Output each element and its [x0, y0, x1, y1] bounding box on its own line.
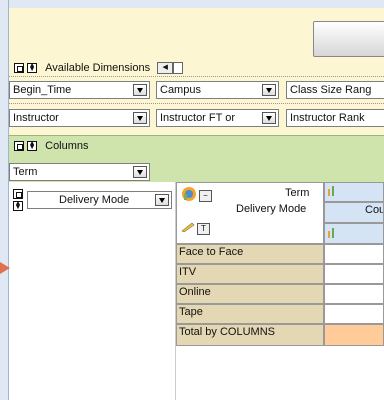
dimension-label: Instructor Rank — [290, 112, 365, 124]
dimension-begin-time[interactable]: Begin_Time — [9, 81, 150, 99]
panel-toggle-icon[interactable] — [14, 141, 24, 152]
reorder-icon[interactable]: ▲ ▼ — [13, 200, 23, 212]
col-header-course: Cour — [324, 202, 384, 223]
row-label: ITV — [179, 266, 197, 278]
total-cell — [324, 324, 384, 346]
data-cell — [324, 284, 384, 304]
col-value-label: Cour — [365, 204, 383, 216]
window-frame-left — [0, 0, 9, 400]
dimension-label: Instructor FT or — [160, 112, 235, 124]
column-dimension-term[interactable]: Term — [9, 163, 150, 181]
dimension-class-size-range[interactable]: Class Size Rang — [286, 81, 384, 99]
dimension-label: Term — [13, 166, 38, 178]
data-cell — [324, 264, 384, 284]
data-cell — [324, 244, 384, 264]
chevron-down-icon[interactable] — [133, 166, 147, 178]
columns-header: ▲ ▼ Columns — [14, 140, 89, 152]
dimension-campus[interactable]: Campus — [156, 81, 279, 99]
filter-icon[interactable]: T — [197, 223, 210, 235]
row-label: Online — [179, 286, 211, 298]
chevron-down-icon[interactable] — [155, 194, 169, 206]
row-dimension-label: Delivery Mode — [236, 203, 307, 215]
pencil-icon[interactable] — [181, 221, 195, 233]
scroll-right-icon[interactable] — [173, 62, 184, 75]
row-label: Face to Face — [179, 246, 244, 258]
chevron-down-icon[interactable] — [133, 84, 147, 96]
chevron-down-icon[interactable] — [133, 112, 147, 124]
row-header-online: Online — [176, 284, 324, 304]
reorder-icon[interactable]: ▲ ▼ — [27, 62, 38, 74]
toolbar-button[interactable] — [313, 21, 384, 57]
columns-label: Columns — [45, 140, 89, 153]
dimension-instructor-ft[interactable]: Instructor FT or — [156, 109, 279, 127]
dimension-label: Delivery Mode — [59, 194, 130, 206]
panel-toggle-icon[interactable] — [13, 189, 23, 200]
dimension-instructor[interactable]: Instructor — [9, 109, 150, 127]
arrow-indicator-icon — [0, 262, 10, 274]
available-dimensions-header: ▲ ▼ Available Dimensions ◀ — [14, 62, 184, 75]
row-header-total: Total by COLUMNS — [176, 324, 324, 346]
divider — [9, 103, 384, 104]
row-header-itv: ITV — [176, 264, 324, 284]
chevron-down-icon[interactable] — [262, 84, 276, 96]
dimension-label: Begin_Time — [13, 84, 72, 96]
chart-icon[interactable] — [181, 186, 197, 205]
reorder-icon[interactable]: ▲ ▼ — [27, 140, 38, 152]
row-header-tape: Tape — [176, 304, 324, 324]
chevron-down-icon[interactable] — [262, 112, 276, 124]
col-header-term-value — [324, 182, 384, 202]
col-dimension-label: Term — [285, 187, 310, 199]
dimension-label: Class Size Rang — [290, 84, 372, 96]
rows-panel — [9, 182, 176, 400]
row-header-face-to-face: Face to Face — [176, 244, 324, 264]
available-dimensions-label: Available Dimensions — [45, 62, 151, 75]
col-header-measure — [324, 223, 384, 244]
data-cell — [324, 304, 384, 324]
sort-icon[interactable] — [327, 186, 337, 196]
row-label: Total by COLUMNS — [179, 326, 275, 338]
row-dimension-delivery-mode[interactable]: Delivery Mode — [27, 191, 172, 209]
panel-toggle-icon[interactable] — [14, 63, 24, 74]
rows-panel-controls: ▲ ▼ — [13, 188, 23, 212]
dimension-label: Instructor — [13, 112, 59, 124]
dimension-label: Campus — [160, 84, 201, 96]
sort-icon[interactable] — [327, 228, 337, 238]
dimension-instructor-rank[interactable]: Instructor Rank — [286, 109, 384, 127]
minimize-icon[interactable]: − — [199, 190, 212, 202]
divider — [9, 76, 384, 77]
row-label: Tape — [179, 306, 203, 318]
scroll-left-icon[interactable]: ◀ — [157, 62, 174, 75]
